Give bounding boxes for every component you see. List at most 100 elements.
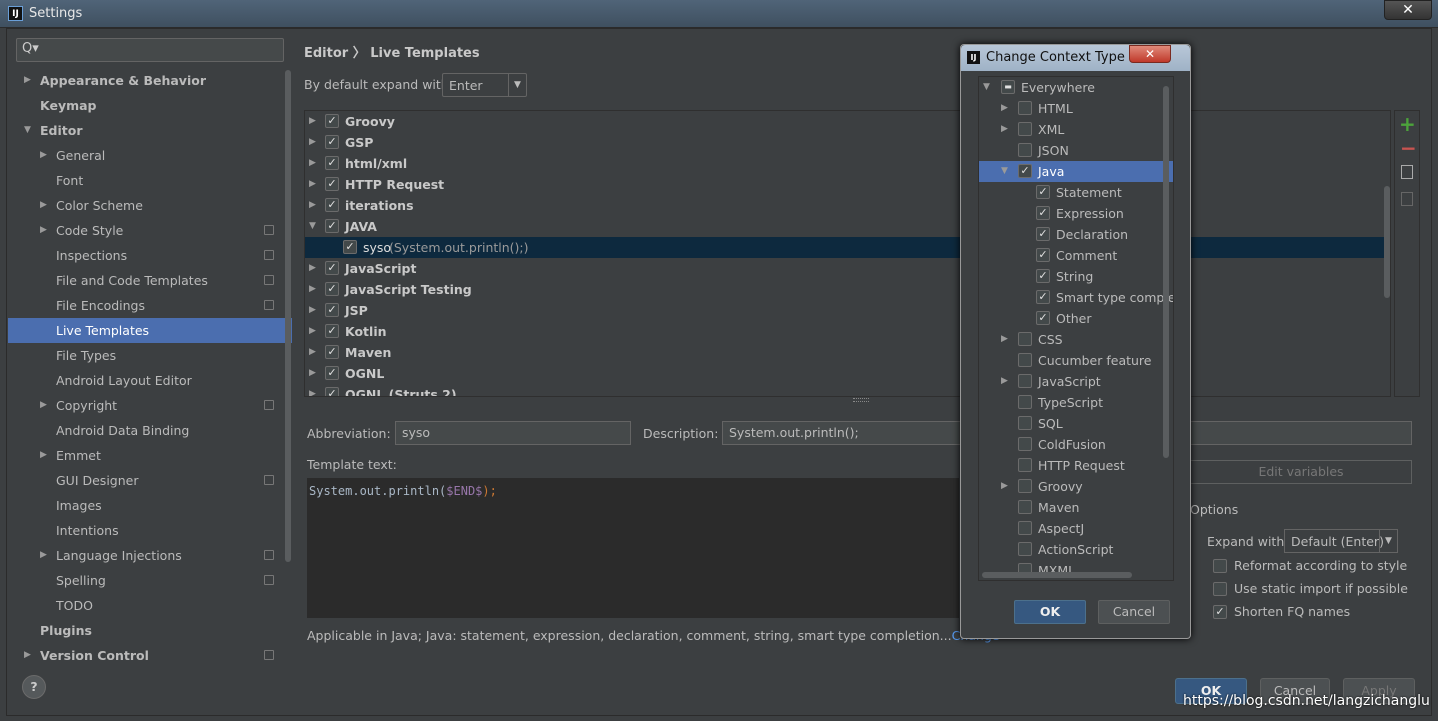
sidebar-item[interactable]: ▶ Code Style <box>8 218 292 243</box>
context-item[interactable]: ▼ ▬ Everywhere <box>979 77 1173 98</box>
template-group-row[interactable]: ▶ ✓ Maven <box>305 342 1390 363</box>
sidebar-item[interactable]: GUI Designer <box>8 468 292 493</box>
checkbox[interactable]: ✓ <box>1036 290 1050 304</box>
checkbox[interactable]: ✓ <box>343 240 357 254</box>
context-item[interactable]: ▶ Groovy <box>979 476 1173 497</box>
sidebar-item[interactable]: Font <box>8 168 292 193</box>
copy-icon[interactable] <box>1401 165 1413 179</box>
context-item[interactable]: AspectJ <box>979 518 1173 539</box>
chevron-right-icon[interactable]: ▶ <box>40 218 50 243</box>
checkbox[interactable] <box>1018 101 1032 115</box>
context-item[interactable]: ✓ Smart type completi <box>979 287 1173 308</box>
chevron-right-icon[interactable]: ▶ <box>40 443 50 468</box>
context-item[interactable]: ✓ Statement <box>979 182 1173 203</box>
sidebar-item[interactable]: Images <box>8 493 292 518</box>
chevron-down-icon[interactable]: ▼ <box>309 216 319 237</box>
chevron-down-icon[interactable]: ▼ <box>508 74 526 96</box>
checkbox[interactable]: ✓ <box>325 345 339 359</box>
context-item[interactable]: ▶ JavaScript <box>979 371 1173 392</box>
context-type-tree[interactable]: ▼ ▬ Everywhere ▶ HTML ▶ XML JSON ▼ ✓ Java ✓ Statemen… <box>978 76 1174 581</box>
restore-defaults-icon[interactable] <box>1401 192 1413 206</box>
context-item[interactable]: JSON <box>979 140 1173 161</box>
template-group-row[interactable]: ▶ ✓ html/xml <box>305 153 1390 174</box>
context-item[interactable]: ✓ String <box>979 266 1173 287</box>
chevron-right-icon[interactable]: ▶ <box>1001 371 1011 392</box>
checkbox[interactable] <box>1213 582 1227 596</box>
dialog-cancel-button[interactable]: Cancel <box>1098 600 1170 624</box>
chevron-right-icon[interactable]: ▶ <box>40 393 50 418</box>
chevron-right-icon[interactable]: ▶ <box>309 195 319 216</box>
checkbox[interactable] <box>1018 437 1032 451</box>
sidebar-item[interactable]: Intentions <box>8 518 292 543</box>
context-item[interactable]: ✓ Comment <box>979 245 1173 266</box>
checkbox[interactable] <box>1018 500 1032 514</box>
chevron-right-icon[interactable]: ▶ <box>309 279 319 300</box>
template-group-row[interactable]: ▶ ✓ JSP <box>305 300 1390 321</box>
context-item[interactable]: ▶ XML <box>979 119 1173 140</box>
checkbox[interactable] <box>1018 521 1032 535</box>
checkbox[interactable]: ✓ <box>325 303 339 317</box>
settings-tree[interactable]: ▶ Appearance & Behavior Keymap ▼ Editor ▶ Gene… <box>8 68 292 660</box>
sidebar-item[interactable]: File Encodings <box>8 293 292 318</box>
checkbox[interactable]: ✓ <box>325 387 339 396</box>
checkbox[interactable] <box>1018 416 1032 430</box>
chevron-right-icon[interactable]: ▶ <box>309 258 319 279</box>
checkbox[interactable] <box>1018 542 1032 556</box>
sidebar-item[interactable]: ▼ Editor <box>8 118 292 143</box>
checkbox[interactable] <box>1018 395 1032 409</box>
checkbox[interactable]: ✓ <box>325 177 339 191</box>
chevron-right-icon[interactable]: ▶ <box>309 321 319 342</box>
checkbox[interactable]: ✓ <box>1213 605 1227 619</box>
template-group-row[interactable]: ▶ ✓ JavaScript Testing <box>305 279 1390 300</box>
context-tree-vscrollbar[interactable] <box>1163 86 1169 458</box>
chevron-right-icon[interactable]: ▶ <box>40 543 50 568</box>
template-group-row[interactable]: ▶ ✓ Kotlin <box>305 321 1390 342</box>
chevron-down-icon[interactable]: ▼ <box>24 118 34 143</box>
checkbox[interactable] <box>1018 374 1032 388</box>
chevron-right-icon[interactable]: ▶ <box>40 193 50 218</box>
checkbox[interactable] <box>1018 143 1032 157</box>
checkbox[interactable] <box>1018 353 1032 367</box>
template-text-editor[interactable]: System.out.println($END$); <box>307 478 959 618</box>
sidebar-item[interactable]: ▶ General <box>8 143 292 168</box>
sidebar-item[interactable]: Keymap <box>8 93 292 118</box>
chevron-right-icon[interactable]: ▶ <box>24 68 34 93</box>
settings-search-input[interactable] <box>16 38 284 62</box>
context-item[interactable]: ✓ Expression <box>979 203 1173 224</box>
chevron-right-icon[interactable]: ▶ <box>309 132 319 153</box>
chevron-down-icon[interactable]: ▼ <box>1001 161 1011 182</box>
checkbox[interactable]: ✓ <box>325 198 339 212</box>
sidebar-item[interactable]: File Types <box>8 343 292 368</box>
checkbox[interactable] <box>1018 479 1032 493</box>
context-item[interactable]: ▶ CSS <box>979 329 1173 350</box>
live-templates-list[interactable]: ▶ ✓ Groovy ▶ ✓ GSP ▶ ✓ html/xml ▶ ✓ HTTP Request ▶ ✓ i… <box>304 110 1391 397</box>
add-icon[interactable]: + <box>1399 112 1416 136</box>
sidebar-item[interactable]: ▶ Color Scheme <box>8 193 292 218</box>
sidebar-item[interactable]: ▶ Copyright <box>8 393 292 418</box>
sidebar-item[interactable]: ▶ Language Injections <box>8 543 292 568</box>
context-item[interactable]: ActionScript <box>979 539 1173 560</box>
checkbox[interactable] <box>1018 332 1032 346</box>
chevron-right-icon[interactable]: ▶ <box>1001 119 1011 140</box>
chevron-right-icon[interactable]: ▶ <box>309 111 319 132</box>
checkbox[interactable]: ✓ <box>325 366 339 380</box>
template-group-row[interactable]: ▶ ✓ OGNL (Struts 2) <box>305 384 1390 396</box>
dialog-close-button[interactable]: ✕ <box>1129 45 1171 63</box>
sidebar-item[interactable]: ▶ Emmet <box>8 443 292 468</box>
window-close-button[interactable]: ✕ <box>1384 0 1432 20</box>
settings-tree-scrollbar[interactable] <box>285 70 291 562</box>
edit-variables-button[interactable]: Edit variables <box>1190 460 1412 484</box>
template-row[interactable]: ✓ syso (System.out.println();) <box>305 237 1390 258</box>
context-item[interactable]: ▼ ✓ Java <box>979 161 1173 182</box>
chevron-right-icon[interactable]: ▶ <box>1001 98 1011 119</box>
chevron-right-icon[interactable]: ▶ <box>24 643 34 660</box>
context-item[interactable]: ✓ Other <box>979 308 1173 329</box>
chevron-down-icon[interactable]: ▼ <box>1379 530 1397 552</box>
template-group-row[interactable]: ▶ ✓ Groovy <box>305 111 1390 132</box>
checkbox[interactable]: ✓ <box>325 282 339 296</box>
checkbox[interactable]: ✓ <box>1036 185 1050 199</box>
chevron-right-icon[interactable]: ▶ <box>309 363 319 384</box>
sidebar-item[interactable]: Android Data Binding <box>8 418 292 443</box>
template-group-row[interactable]: ▶ ✓ JavaScript <box>305 258 1390 279</box>
context-item[interactable]: SQL <box>979 413 1173 434</box>
